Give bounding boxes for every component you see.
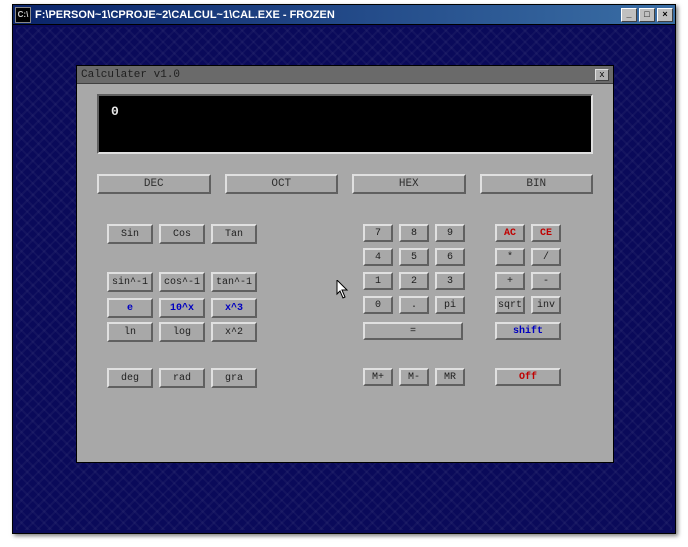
mode-dec-button[interactable]: DEC: [97, 174, 211, 194]
inverse-button[interactable]: inv: [531, 296, 561, 314]
sin-button[interactable]: Sin: [107, 224, 153, 244]
all-clear-button[interactable]: AC: [495, 224, 525, 242]
digit-7-button[interactable]: 7: [363, 224, 393, 242]
acos-button[interactable]: cos^-1: [159, 272, 205, 292]
pi-button[interactable]: pi: [435, 296, 465, 314]
digit-4-button[interactable]: 4: [363, 248, 393, 266]
digit-2-button[interactable]: 2: [399, 272, 429, 290]
minimize-button[interactable]: _: [621, 8, 637, 22]
digit-9-button[interactable]: 9: [435, 224, 465, 242]
mode-oct-button[interactable]: OCT: [225, 174, 339, 194]
memory-recall-button[interactable]: MR: [435, 368, 465, 386]
gra-button[interactable]: gra: [211, 368, 257, 388]
digit-8-button[interactable]: 8: [399, 224, 429, 242]
cos-button[interactable]: Cos: [159, 224, 205, 244]
off-button[interactable]: Off: [495, 368, 561, 386]
calc-title: Calculater v1.0: [81, 69, 595, 81]
deg-button[interactable]: deg: [107, 368, 153, 388]
system-menu-icon[interactable]: C:\: [15, 7, 31, 23]
multiply-button[interactable]: *: [495, 248, 525, 266]
calc-close-button[interactable]: x: [595, 69, 609, 81]
rad-button[interactable]: rad: [159, 368, 205, 388]
clear-entry-button[interactable]: CE: [531, 224, 561, 242]
e-button[interactable]: e: [107, 298, 153, 318]
digit-3-button[interactable]: 3: [435, 272, 465, 290]
log-button[interactable]: log: [159, 322, 205, 342]
shift-button[interactable]: shift: [495, 322, 561, 340]
ten-power-x-button[interactable]: 10^x: [159, 298, 205, 318]
divide-button[interactable]: /: [531, 248, 561, 266]
calculator-window: Calculater v1.0 x 0 DEC OCT HEX BIN Sin …: [76, 65, 614, 463]
mode-bin-button[interactable]: BIN: [480, 174, 594, 194]
decimal-point-button[interactable]: .: [399, 296, 429, 314]
digit-5-button[interactable]: 5: [399, 248, 429, 266]
digit-1-button[interactable]: 1: [363, 272, 393, 290]
digit-6-button[interactable]: 6: [435, 248, 465, 266]
window-title: F:\PERSON~1\CPROJE~2\CALCUL~1\CAL.EXE - …: [35, 9, 619, 21]
maximize-button[interactable]: □: [639, 8, 655, 22]
asin-button[interactable]: sin^-1: [107, 272, 153, 292]
dos-background: Calculater v1.0 x 0 DEC OCT HEX BIN Sin …: [16, 27, 672, 530]
x-cubed-button[interactable]: x^3: [211, 298, 257, 318]
ln-button[interactable]: ln: [107, 322, 153, 342]
memory-plus-button[interactable]: M+: [363, 368, 393, 386]
atan-button[interactable]: tan^-1: [211, 272, 257, 292]
tan-button[interactable]: Tan: [211, 224, 257, 244]
add-button[interactable]: +: [495, 272, 525, 290]
sqrt-button[interactable]: sqrt: [495, 296, 525, 314]
mode-hex-button[interactable]: HEX: [352, 174, 466, 194]
x-squared-button[interactable]: x^2: [211, 322, 257, 342]
subtract-button[interactable]: -: [531, 272, 561, 290]
close-button[interactable]: ×: [657, 8, 673, 22]
digit-0-button[interactable]: 0: [363, 296, 393, 314]
calc-titlebar[interactable]: Calculater v1.0 x: [77, 66, 613, 84]
calc-display: 0: [97, 94, 593, 154]
equals-button[interactable]: =: [363, 322, 463, 340]
memory-minus-button[interactable]: M-: [399, 368, 429, 386]
os-titlebar[interactable]: C:\ F:\PERSON~1\CPROJE~2\CALCUL~1\CAL.EX…: [13, 5, 675, 25]
os-window: C:\ F:\PERSON~1\CPROJE~2\CALCUL~1\CAL.EX…: [12, 4, 676, 534]
